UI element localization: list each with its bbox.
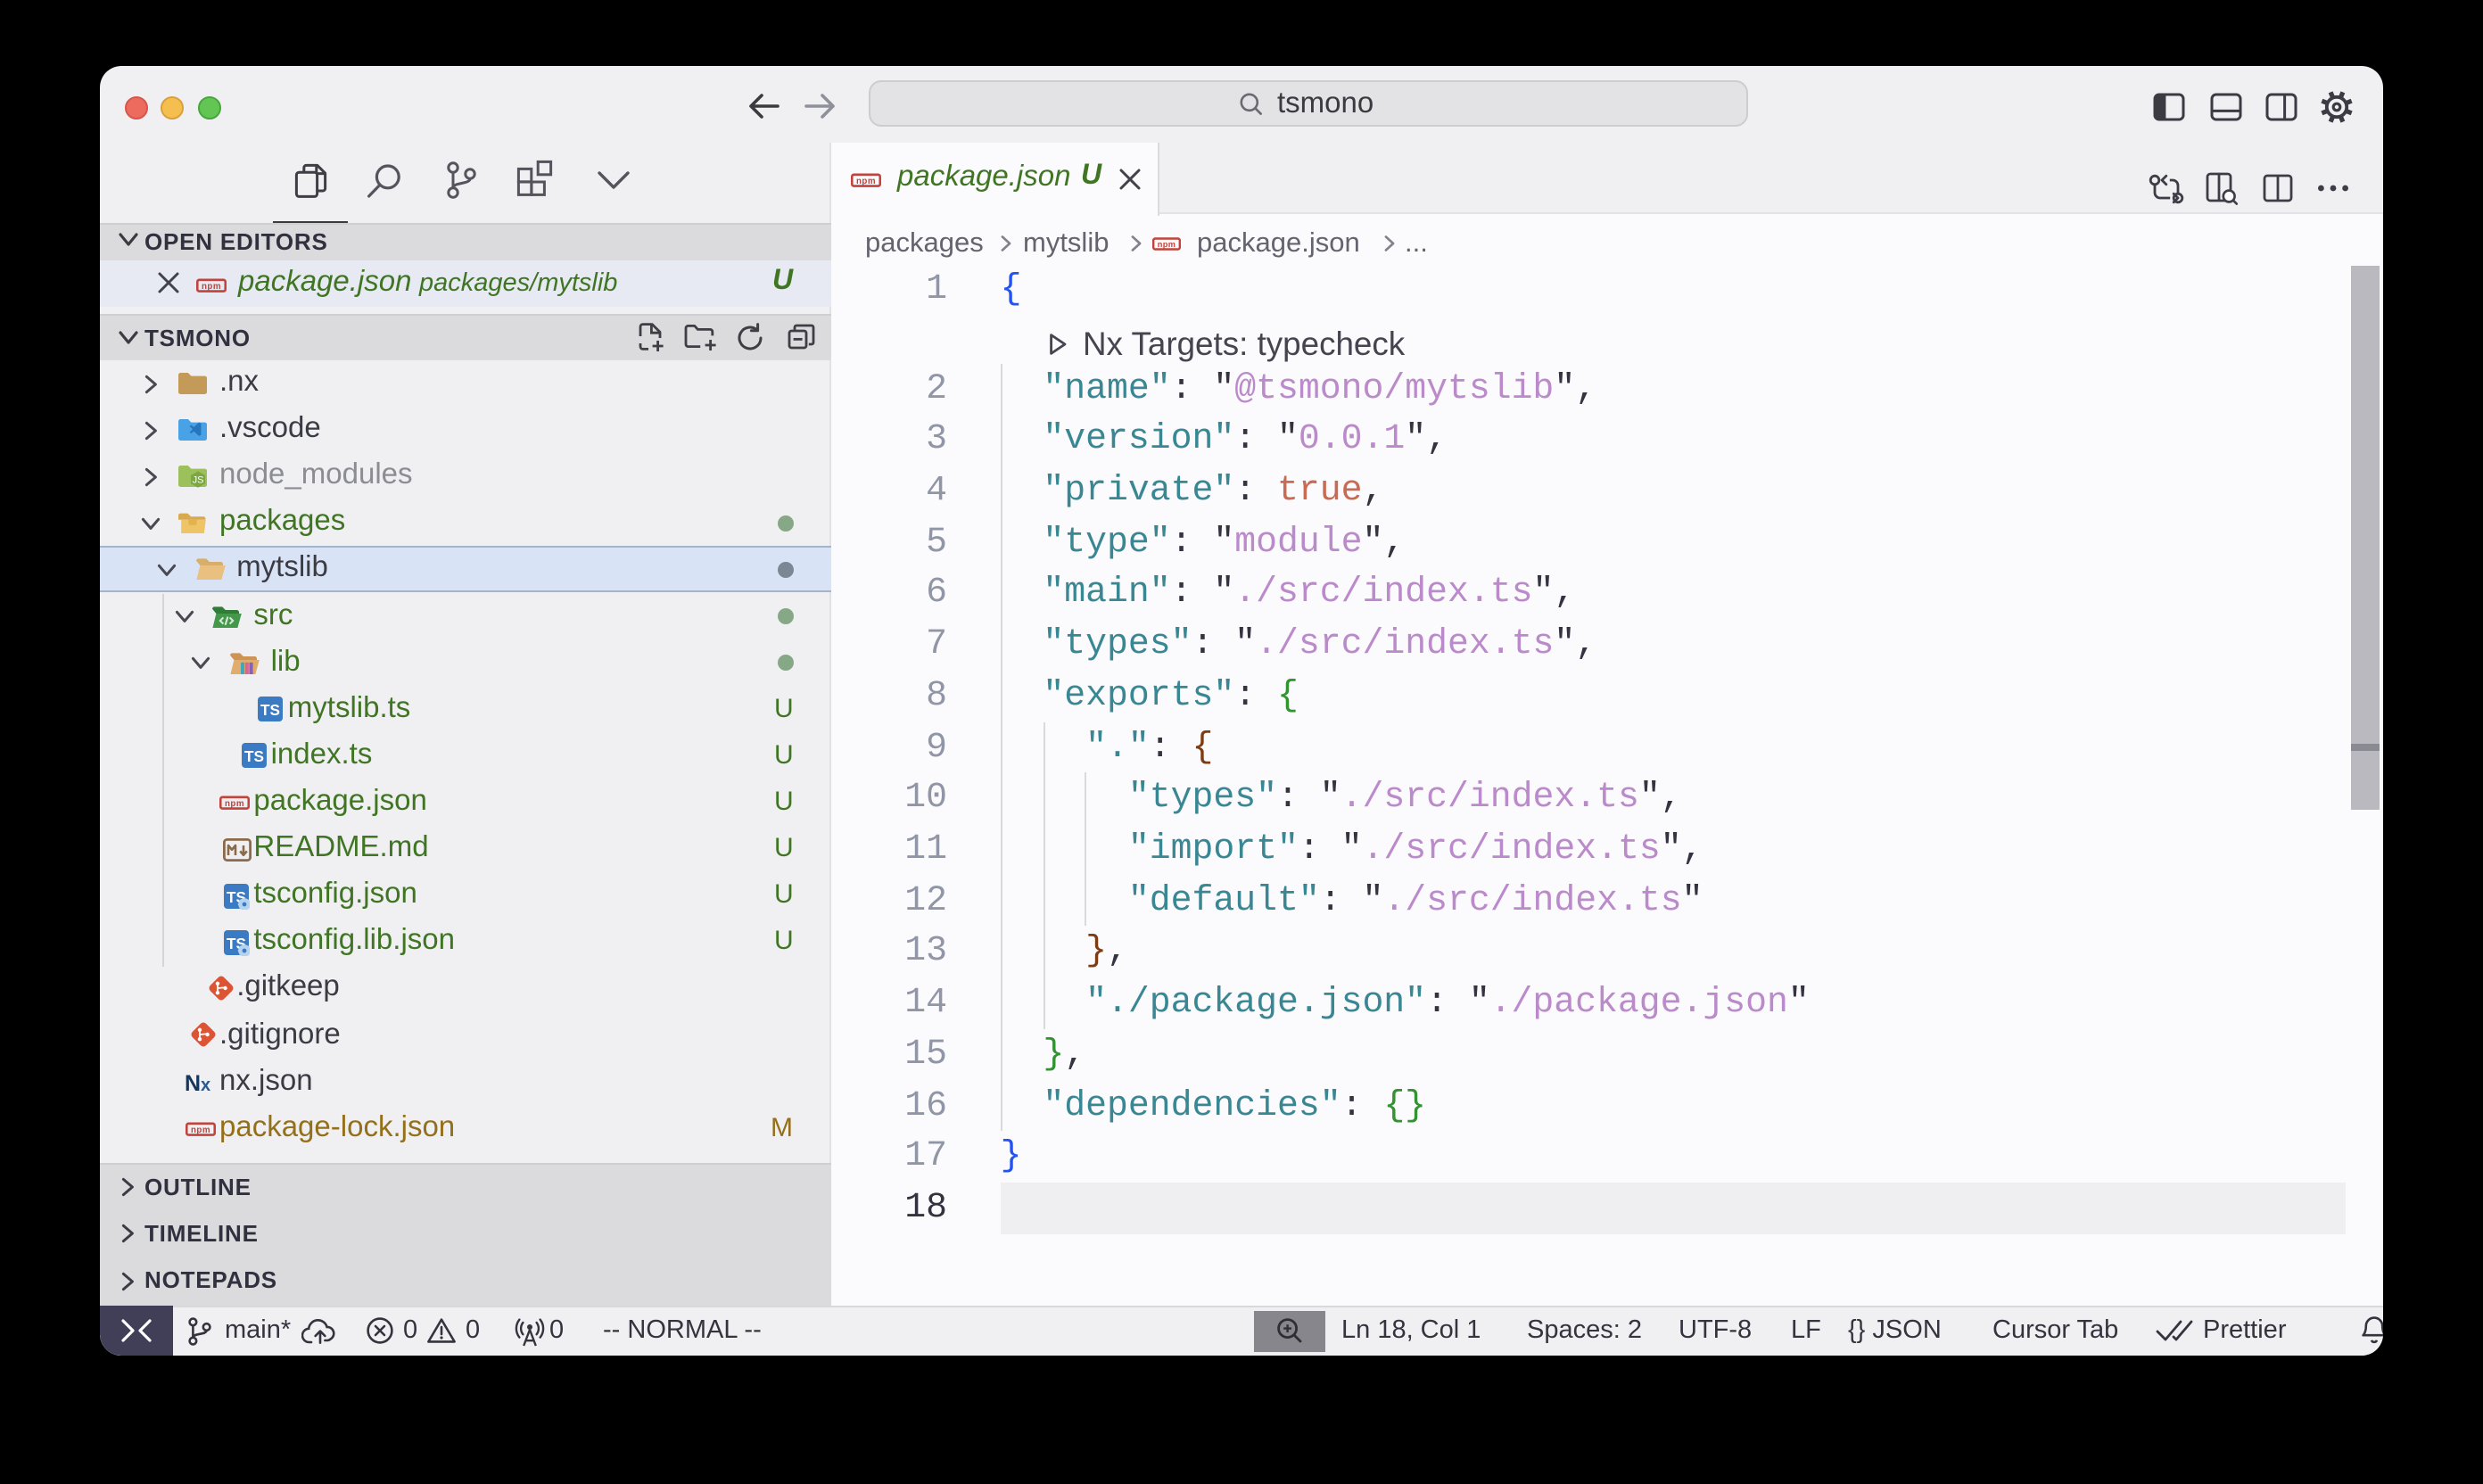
svg-text:N: N (185, 1070, 201, 1095)
svg-text:TS: TS (261, 702, 281, 720)
svg-text:npm: npm (202, 282, 221, 292)
svg-text:npm: npm (191, 1125, 210, 1135)
svg-text:npm: npm (856, 176, 876, 186)
svg-text:npm: npm (1157, 240, 1176, 249)
svg-text:npm: npm (225, 800, 244, 810)
svg-text:x: x (201, 1075, 210, 1094)
svg-text:TS: TS (244, 748, 264, 766)
svg-text:JS: JS (193, 475, 204, 486)
